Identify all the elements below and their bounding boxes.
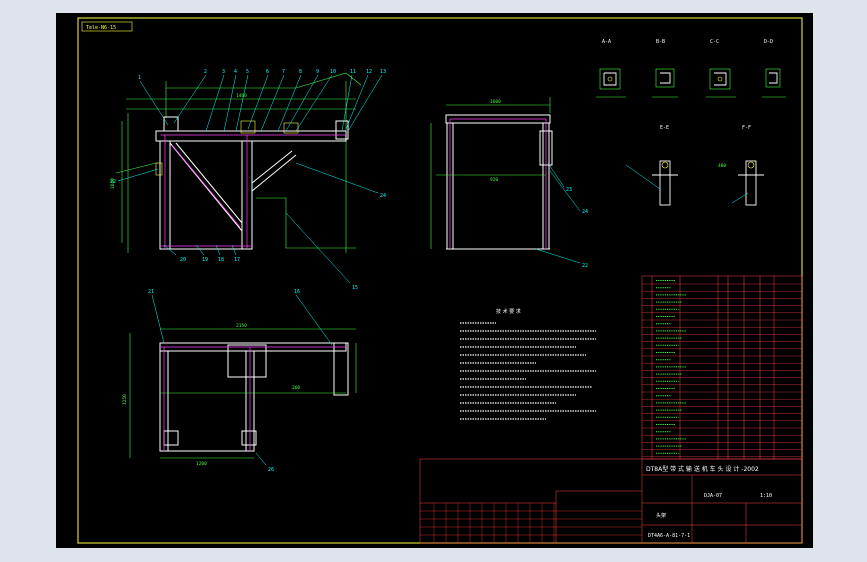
section-title: E-E — [660, 125, 669, 131]
section-detail-profiles — [603, 72, 778, 206]
callout: 3 — [222, 69, 225, 75]
section-title: D-D — [764, 39, 773, 45]
drawing-viewport[interactable]: Tele-N6-15 1 2 3 4 5 6 7 8 9 10 11 12 13… — [56, 13, 813, 548]
callout: 5 — [246, 69, 249, 75]
notes-heading: 技 术 要 求 — [496, 308, 521, 315]
section-detail-outlines — [596, 68, 786, 98]
callout: 10 — [330, 69, 336, 75]
section-title: A-A — [602, 39, 611, 45]
callout: 21 — [148, 289, 154, 295]
callout: 24 — [380, 193, 386, 199]
dimension-label: 2640 — [110, 178, 116, 189]
section-title: F-F — [742, 125, 751, 131]
dimension-label: 260 — [292, 385, 300, 391]
callout: 4 — [234, 69, 237, 75]
drawing-title: DT8A型 带 式 输 送 机 车 头 设 计 -2002 — [646, 465, 759, 473]
plan-view[interactable]: 21 16 26 2150 1250 260 1200 — [122, 289, 357, 473]
cad-app: Tele-N6-15 1 2 3 4 5 6 7 8 9 10 11 12 13… — [0, 0, 867, 562]
drawing-canvas[interactable]: Tele-N6-15 1 2 3 4 5 6 7 8 9 10 11 12 13… — [56, 13, 813, 548]
callout: 1 — [138, 75, 141, 81]
front-view-centerlines — [161, 134, 346, 249]
parts-list[interactable] — [641, 275, 803, 460]
dimension-label: 2150 — [236, 323, 247, 329]
side-view-frame — [445, 114, 553, 250]
callout: 26 — [268, 467, 274, 473]
callout: 13 — [380, 69, 386, 75]
front-view-callouts: 1 2 3 4 5 6 7 8 9 10 11 12 13 22 20 19 1 — [110, 69, 386, 291]
title-block[interactable]: DT8A型 带 式 输 送 机 车 头 设 计 -2002 DJA-07 1:1… — [419, 458, 803, 544]
section-detail-fasteners — [607, 76, 755, 169]
technical-notes: 技 术 要 求 — [460, 308, 596, 420]
side-view-dims — [430, 97, 551, 249]
callout: 19 — [202, 257, 208, 263]
scale-code: 1:10 — [760, 493, 772, 499]
sheet-border — [77, 17, 803, 544]
callout: 17 — [234, 257, 240, 263]
callout: 8 — [299, 69, 302, 75]
plan-view-centerlines — [160, 346, 346, 451]
side-view[interactable]: 23 24 22 1600 920 — [430, 97, 588, 269]
plan-view-frame — [159, 342, 349, 452]
section-dim-text: 480 — [718, 163, 726, 169]
callout: 16 — [294, 289, 300, 295]
side-view-dim-text: 1600 920 — [490, 99, 501, 183]
front-view-leaders — [117, 74, 383, 284]
dimension-label: 1200 — [196, 461, 207, 467]
callout: 9 — [316, 69, 319, 75]
dimension-label: 1250 — [122, 394, 128, 405]
dimension-label: 1600 — [490, 99, 501, 105]
drawing-number: DT4A6-A-81-7-1 — [648, 533, 690, 539]
front-view-outline — [155, 120, 299, 176]
callout: 18 — [218, 257, 224, 263]
layer-tag: Tele-N6-15 — [86, 25, 116, 31]
revision-table-grid — [420, 503, 642, 543]
dimension-label: 480 — [718, 163, 726, 169]
section-details[interactable]: A-A B-B C-C D-D E-E F-F 480 — [596, 39, 786, 206]
parts-list-entries — [656, 280, 686, 454]
callout: 6 — [266, 69, 269, 75]
section-titles: A-A B-B C-C D-D E-E F-F — [602, 39, 773, 131]
front-view-frame — [155, 116, 349, 250]
side-view-callouts: 23 24 22 — [566, 187, 588, 269]
callout: 15 — [352, 285, 358, 291]
parts-list-rows — [642, 283, 802, 457]
side-view-centerlines — [449, 118, 547, 249]
dimension-label: 920 — [490, 177, 498, 183]
notes-text-lines — [460, 322, 596, 420]
section-title: C-C — [710, 39, 719, 45]
callout: 11 — [350, 69, 356, 75]
material-code: DJA-07 — [704, 493, 722, 499]
callout: 24 — [582, 209, 588, 215]
section-title: B-B — [656, 39, 665, 45]
callout: 23 — [566, 187, 572, 193]
callout: 2 — [204, 69, 207, 75]
callout: 20 — [180, 257, 186, 263]
plan-view-dim-text: 2150 1250 260 1200 — [122, 323, 300, 467]
callout: 22 — [582, 263, 588, 269]
part-label: 头架 — [656, 512, 666, 519]
front-view[interactable]: 1 2 3 4 5 6 7 8 9 10 11 12 13 22 20 19 1 — [110, 69, 386, 291]
dimension-label: 1460 — [236, 93, 247, 99]
callout: 12 — [366, 69, 372, 75]
section-detail-leaders — [625, 164, 749, 204]
callout: 7 — [282, 69, 285, 75]
